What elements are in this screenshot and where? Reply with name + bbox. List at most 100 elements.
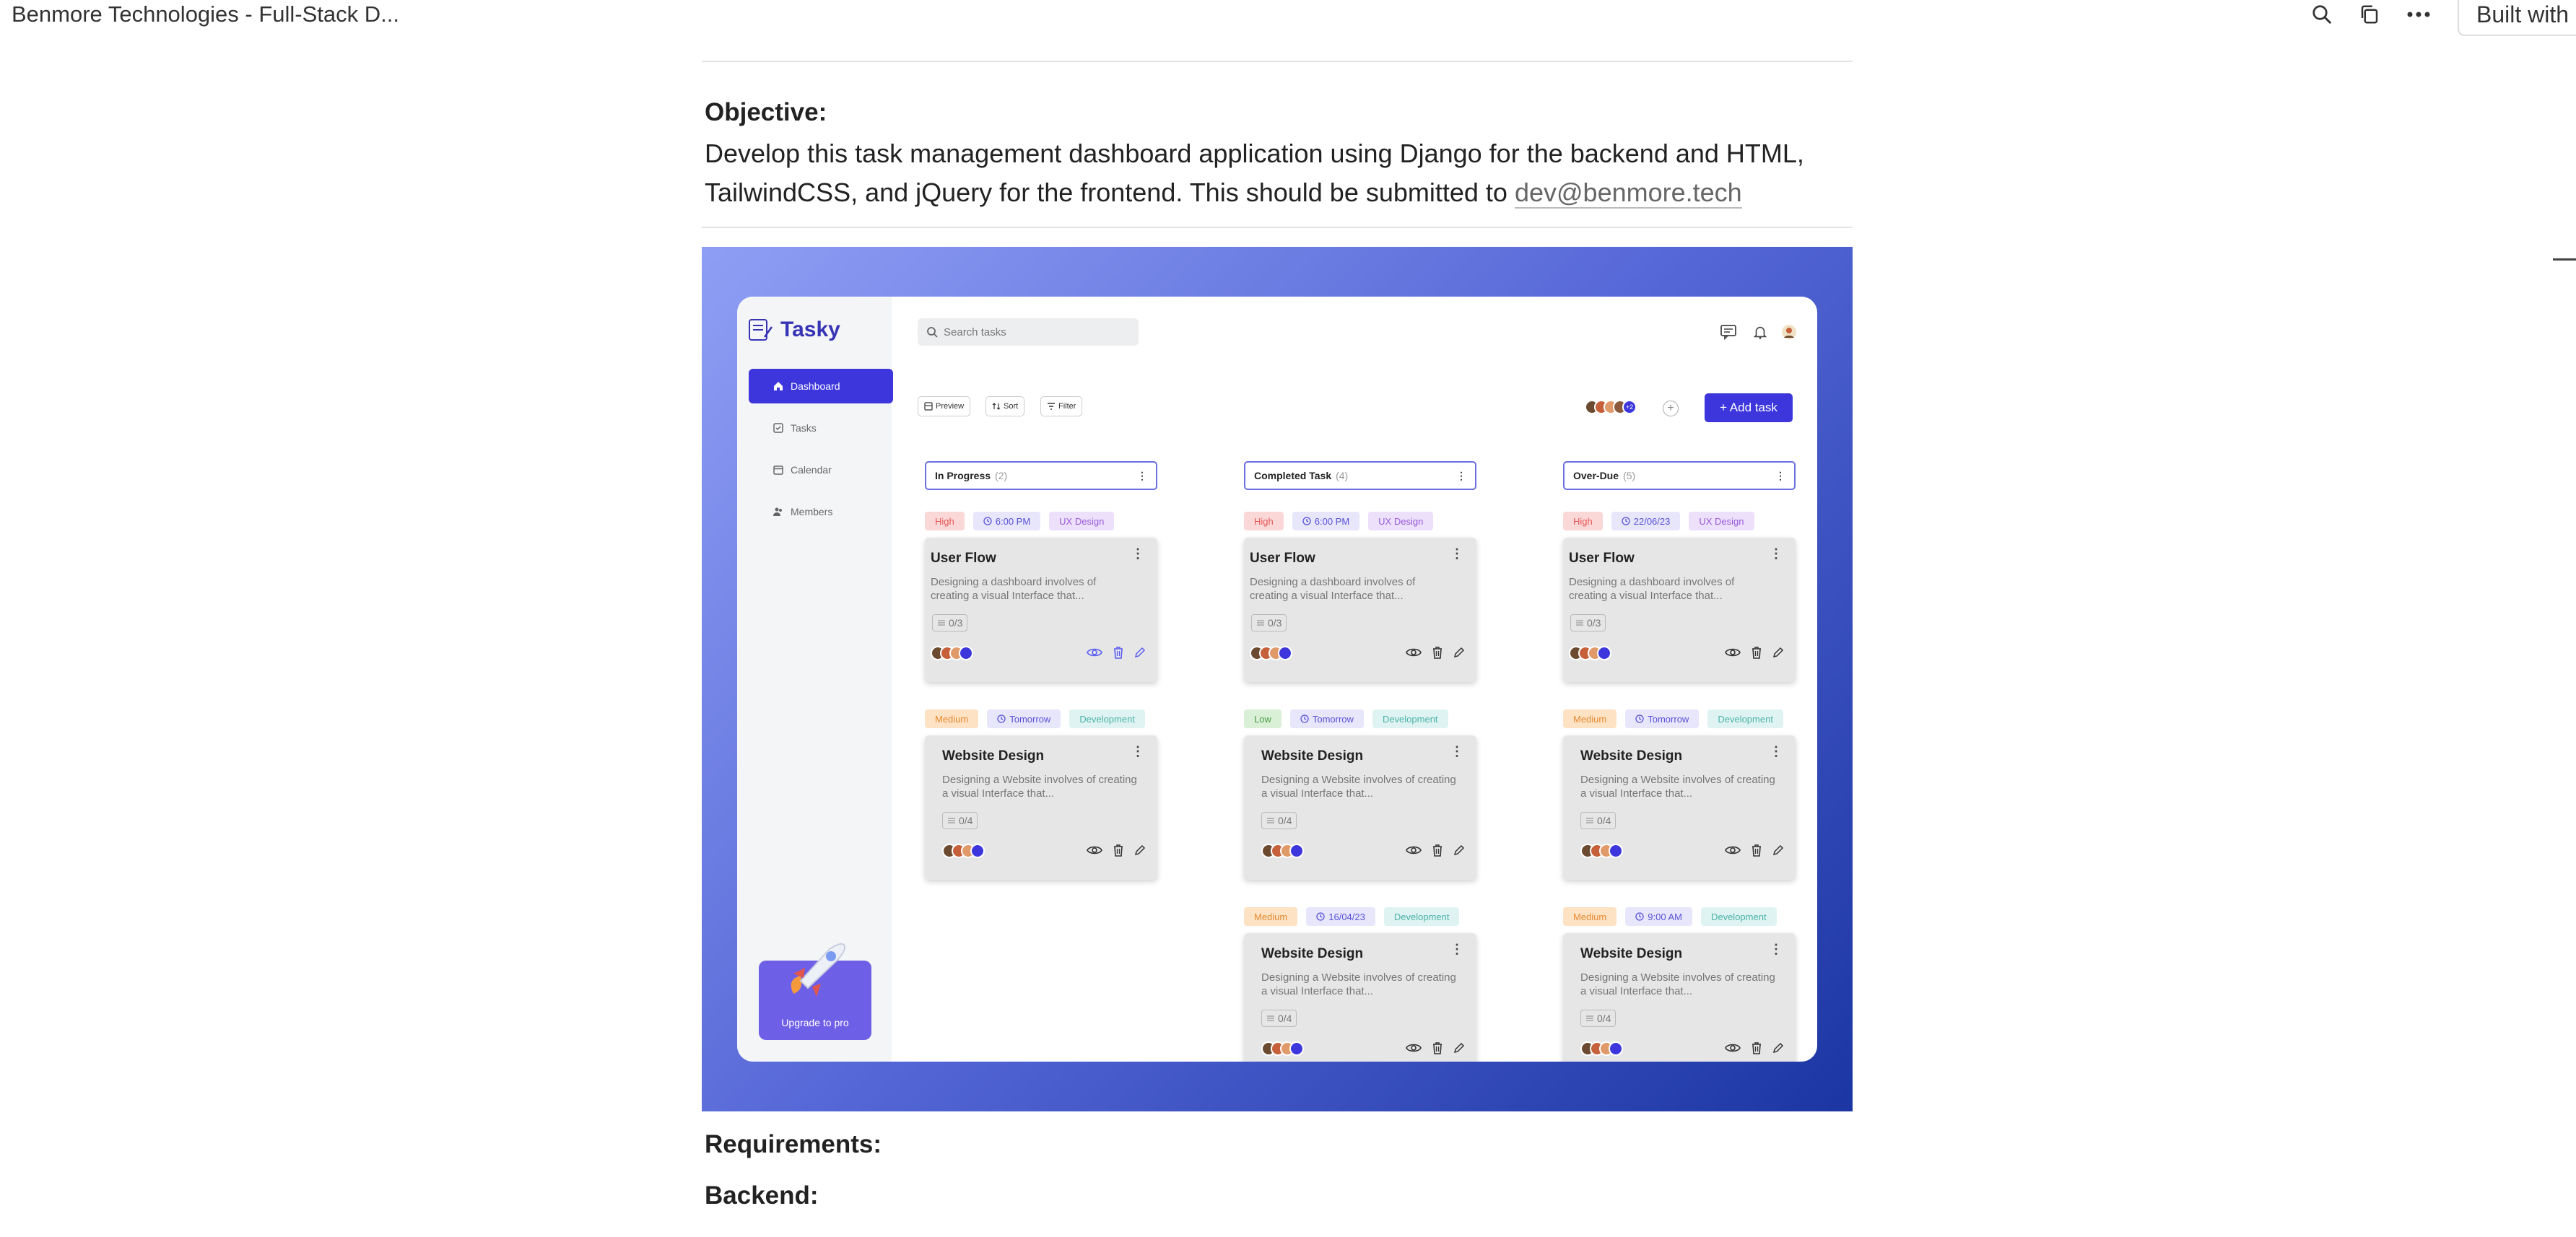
rocket-icon: [791, 943, 845, 997]
trash-icon[interactable]: [1113, 646, 1124, 659]
more-vertical-icon[interactable]: ⋮: [1450, 546, 1463, 561]
task-description: Designing a Website involves of creating…: [1580, 774, 1775, 800]
nav-tasks[interactable]: Tasks: [749, 411, 893, 445]
more-vertical-icon[interactable]: ⋮: [1456, 470, 1466, 482]
avatar: [959, 646, 973, 660]
clock-icon: [1316, 912, 1325, 921]
search-icon[interactable]: [2307, 0, 2336, 29]
filter-icon: [1048, 403, 1055, 410]
category-badge: Development: [1069, 709, 1145, 728]
chat-icon[interactable]: [1718, 321, 1739, 343]
due-text: Tomorrow: [1312, 713, 1354, 725]
due-text: 6:00 PM: [995, 515, 1031, 527]
more-vertical-icon[interactable]: ⋮: [1770, 942, 1783, 957]
column-count: (4): [1336, 470, 1349, 481]
edit-icon[interactable]: [1453, 844, 1465, 856]
trash-icon[interactable]: [1432, 844, 1443, 857]
copy-icon[interactable]: [2355, 0, 2384, 29]
edit-icon[interactable]: [1453, 1042, 1465, 1054]
trash-icon[interactable]: [1113, 844, 1124, 857]
more-vertical-icon[interactable]: ⋮: [1131, 744, 1144, 759]
backend-heading: Backend:: [705, 1181, 819, 1210]
dashboard-preview-image: Tasky Dashboard Tasks Calendar Members U…: [702, 247, 1853, 1111]
column-header-completed[interactable]: Completed Task (4) ⋮: [1244, 461, 1476, 490]
search-tasks-input[interactable]: Search tasks: [918, 318, 1139, 346]
column-header-in-progress[interactable]: In Progress (2) ⋮: [925, 461, 1157, 490]
scroll-marker[interactable]: [2553, 258, 2576, 261]
preview-button[interactable]: Preview: [918, 396, 971, 416]
sort-button[interactable]: Sort: [985, 396, 1025, 416]
view-icon[interactable]: [1406, 844, 1422, 856]
subtask-count: 0/3: [1268, 617, 1282, 629]
built-with-button[interactable]: Built with: [2458, 0, 2576, 36]
due-text: Tomorrow: [1648, 713, 1689, 725]
more-vertical-icon[interactable]: ⋮: [1770, 546, 1783, 561]
view-icon[interactable]: [1725, 844, 1741, 856]
view-icon[interactable]: [1087, 647, 1102, 658]
view-icon[interactable]: [1406, 647, 1422, 658]
avatar[interactable]: [1778, 321, 1800, 343]
assignee-avatars: [1569, 646, 1611, 660]
objective-heading: Objective:: [705, 98, 827, 126]
task-card[interactable]: Website Design ⋮ Designing a Website invol…: [1244, 933, 1476, 1062]
task-card[interactable]: User Flow ⋮ Designing a dashboard involves…: [1563, 538, 1796, 682]
task-card[interactable]: Website Design ⋮ Designing a Website invol…: [1563, 933, 1796, 1062]
category-badge: UX Design: [1049, 512, 1115, 530]
team-avatars[interactable]: +2: [1585, 400, 1637, 414]
priority-badge: Medium: [1563, 709, 1617, 728]
trash-icon[interactable]: [1751, 1041, 1762, 1054]
list-icon: [1267, 818, 1274, 823]
edit-icon[interactable]: [1772, 647, 1784, 658]
column-header-overdue[interactable]: Over-Due (5) ⋮: [1563, 461, 1796, 490]
nav-members[interactable]: Members: [749, 494, 893, 529]
clock-icon: [1302, 517, 1311, 525]
more-vertical-icon[interactable]: ⋮: [1137, 470, 1147, 482]
task-title: Website Design: [1261, 748, 1364, 764]
task-card[interactable]: User Flow ⋮ Designing a dashboard involves…: [1244, 538, 1476, 682]
category-badge: Development: [1372, 709, 1448, 728]
add-task-button[interactable]: + Add task: [1705, 393, 1793, 422]
filter-button[interactable]: Filter: [1040, 396, 1083, 416]
due-text: 6:00 PM: [1314, 515, 1350, 527]
email-link[interactable]: dev@benmore.tech: [1514, 178, 1742, 209]
edit-icon[interactable]: [1772, 1042, 1784, 1054]
edit-icon[interactable]: [1134, 844, 1146, 856]
upgrade-card[interactable]: Upgrade to pro: [759, 943, 871, 1040]
view-icon[interactable]: [1406, 1042, 1422, 1054]
more-vertical-icon[interactable]: ⋮: [1770, 744, 1783, 759]
due-text: 16/04/23: [1328, 911, 1365, 922]
task-card[interactable]: User Flow ⋮ Designing a dashboard involves…: [925, 538, 1157, 682]
task-card[interactable]: Website Design ⋮ Designing a Website invol…: [1563, 735, 1796, 880]
view-icon[interactable]: [1725, 647, 1741, 658]
more-vertical-icon[interactable]: ⋮: [1775, 470, 1785, 482]
sidebar: Tasky Dashboard Tasks Calendar Members U…: [737, 297, 893, 1062]
edit-icon[interactable]: [1772, 844, 1784, 856]
more-options-icon[interactable]: [2404, 0, 2433, 29]
list-icon: [1257, 620, 1264, 626]
edit-icon[interactable]: [1453, 647, 1465, 658]
document-title: Benmore Technologies - Full-Stack D...: [12, 1, 399, 27]
task-tags: High 22/06/23 UX Design: [1563, 512, 1754, 530]
nav-calendar[interactable]: Calendar: [749, 453, 893, 487]
more-vertical-icon[interactable]: ⋮: [1450, 744, 1463, 759]
add-member-icon[interactable]: +: [1663, 401, 1679, 416]
trash-icon[interactable]: [1751, 844, 1762, 857]
view-icon[interactable]: [1725, 1042, 1741, 1054]
subtask-progress: 0/4: [1580, 1010, 1616, 1027]
task-title: User Flow: [931, 551, 996, 566]
due-text: 9:00 AM: [1648, 911, 1682, 922]
objective-paragraph: Develop this task management dashboard a…: [705, 134, 1860, 212]
due-badge: 16/04/23: [1306, 907, 1375, 926]
task-title: Website Design: [1580, 748, 1683, 764]
trash-icon[interactable]: [1432, 1041, 1443, 1054]
view-icon[interactable]: [1087, 844, 1102, 856]
task-card[interactable]: Website Design ⋮ Designing a Website invol…: [1244, 735, 1476, 880]
more-vertical-icon[interactable]: ⋮: [1450, 942, 1463, 957]
bell-icon[interactable]: [1749, 321, 1771, 343]
nav-dashboard[interactable]: Dashboard: [749, 369, 893, 403]
trash-icon[interactable]: [1751, 646, 1762, 659]
trash-icon[interactable]: [1432, 646, 1443, 659]
more-vertical-icon[interactable]: ⋮: [1131, 546, 1144, 561]
task-card[interactable]: Website Design ⋮ Designing a Website invol…: [925, 735, 1157, 880]
edit-icon[interactable]: [1134, 647, 1146, 658]
